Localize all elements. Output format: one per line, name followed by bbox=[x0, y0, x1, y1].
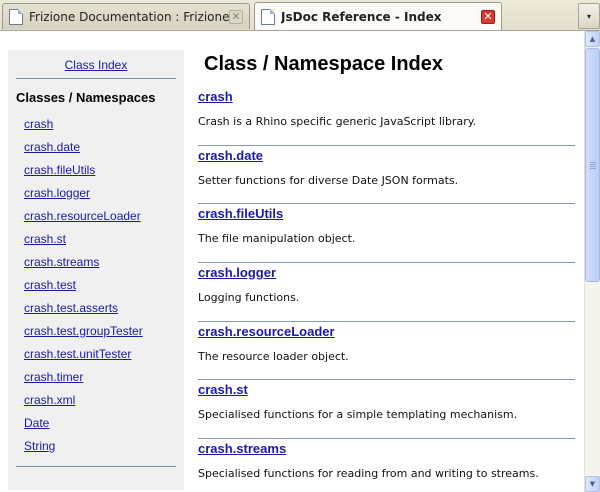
sidebar-item-link[interactable]: crash.test.groupTester bbox=[24, 324, 143, 347]
entry-link[interactable]: crash.date bbox=[198, 148, 263, 163]
entry-link[interactable]: crash.resourceLoader bbox=[198, 324, 335, 339]
divider bbox=[16, 466, 176, 467]
list-item: crash.st Specialised functions for a sim… bbox=[198, 380, 575, 440]
tab-jsdoc-reference[interactable]: JsDoc Reference - Index ✕ bbox=[254, 2, 502, 30]
sidebar-item-link[interactable]: Date bbox=[24, 416, 143, 439]
sidebar-item-link[interactable]: crash.test bbox=[24, 278, 143, 301]
scroll-up-icon[interactable]: ▲ bbox=[585, 31, 600, 47]
entry-link[interactable]: crash.st bbox=[198, 382, 248, 397]
entry-link[interactable]: crash.logger bbox=[198, 265, 276, 280]
sidebar-item-link[interactable]: crash.fileUtils bbox=[24, 163, 143, 186]
sidebar-item-link[interactable]: crash.xml bbox=[24, 393, 143, 416]
sidebar-item-link[interactable]: crash.date bbox=[24, 140, 143, 163]
tab-bar: Frizione Documentation : Frizione Versi…… bbox=[0, 0, 600, 31]
divider bbox=[16, 78, 176, 79]
list-item: crash.resourceLoader The resource loader… bbox=[198, 322, 575, 381]
page-content: Class Index Classes / Namespaces crash c… bbox=[0, 31, 584, 492]
sidebar-item-link[interactable]: crash.test.unitTester bbox=[24, 347, 143, 370]
entry-link[interactable]: crash.streams bbox=[198, 441, 286, 456]
sidebar-item-link[interactable]: String bbox=[24, 439, 143, 462]
list-item: crash.streams Specialised functions for … bbox=[198, 439, 575, 492]
entry-description: Specialised functions for a simple templ… bbox=[198, 408, 518, 422]
list-item: crash.logger Logging functions. bbox=[198, 263, 575, 322]
sidebar-item-link[interactable]: crash.test.asserts bbox=[24, 301, 143, 324]
sidebar-item-link[interactable]: crash.resourceLoader bbox=[24, 209, 143, 232]
page-icon bbox=[261, 8, 275, 25]
list-item: crash.date Setter functions for diverse … bbox=[198, 146, 575, 205]
list-item: crash Crash is a Rhino specific generic … bbox=[198, 87, 575, 146]
sidebar-list: crash crash.date crash.fileUtils crash.l… bbox=[24, 117, 143, 462]
list-item: crash.fileUtils The file manipulation ob… bbox=[198, 204, 575, 264]
entry-description: Crash is a Rhino specific generic JavaSc… bbox=[198, 115, 477, 128]
entry-description: Setter functions for diverse Date JSON f… bbox=[198, 173, 459, 187]
tab-list-dropdown-icon[interactable]: ▾ bbox=[578, 3, 600, 29]
sidebar-item-link[interactable]: crash.st bbox=[24, 232, 143, 255]
sidebar-item-link[interactable]: crash.logger bbox=[24, 186, 143, 209]
close-icon[interactable]: ✕ bbox=[229, 9, 243, 24]
entry-description: Specialised functions for reading from a… bbox=[198, 467, 539, 481]
sidebar-item-link[interactable]: crash.streams bbox=[24, 255, 143, 278]
page-title: Class / Namespace Index bbox=[204, 53, 444, 75]
tab-title: JsDoc Reference - Index bbox=[281, 9, 442, 24]
page-icon bbox=[9, 8, 23, 25]
entry-link[interactable]: crash bbox=[198, 89, 233, 104]
entry-description: Logging functions. bbox=[198, 291, 300, 305]
close-icon[interactable]: ✕ bbox=[481, 9, 495, 24]
entry-description: The resource loader object. bbox=[198, 349, 349, 363]
sidebar: Class Index Classes / Namespaces crash c… bbox=[8, 50, 184, 490]
entry-list: crash Crash is a Rhino specific generic … bbox=[198, 87, 575, 492]
class-index-link[interactable]: Class Index bbox=[8, 58, 184, 72]
entry-description: The file manipulation object. bbox=[198, 232, 356, 246]
scroll-down-icon[interactable]: ▼ bbox=[585, 476, 600, 492]
tab-frizione-documentation[interactable]: Frizione Documentation : Frizione Versi…… bbox=[2, 3, 250, 29]
vertical-scrollbar[interactable]: ▲ ▼ bbox=[584, 31, 600, 492]
sidebar-item-link[interactable]: crash.timer bbox=[24, 370, 143, 393]
tab-title: Frizione Documentation : Frizione Versi… bbox=[29, 9, 229, 24]
sidebar-item-link[interactable]: crash bbox=[24, 117, 143, 140]
sidebar-heading: Classes / Namespaces bbox=[16, 90, 156, 105]
scrollbar-thumb[interactable] bbox=[585, 48, 600, 282]
entry-link[interactable]: crash.fileUtils bbox=[198, 206, 283, 221]
